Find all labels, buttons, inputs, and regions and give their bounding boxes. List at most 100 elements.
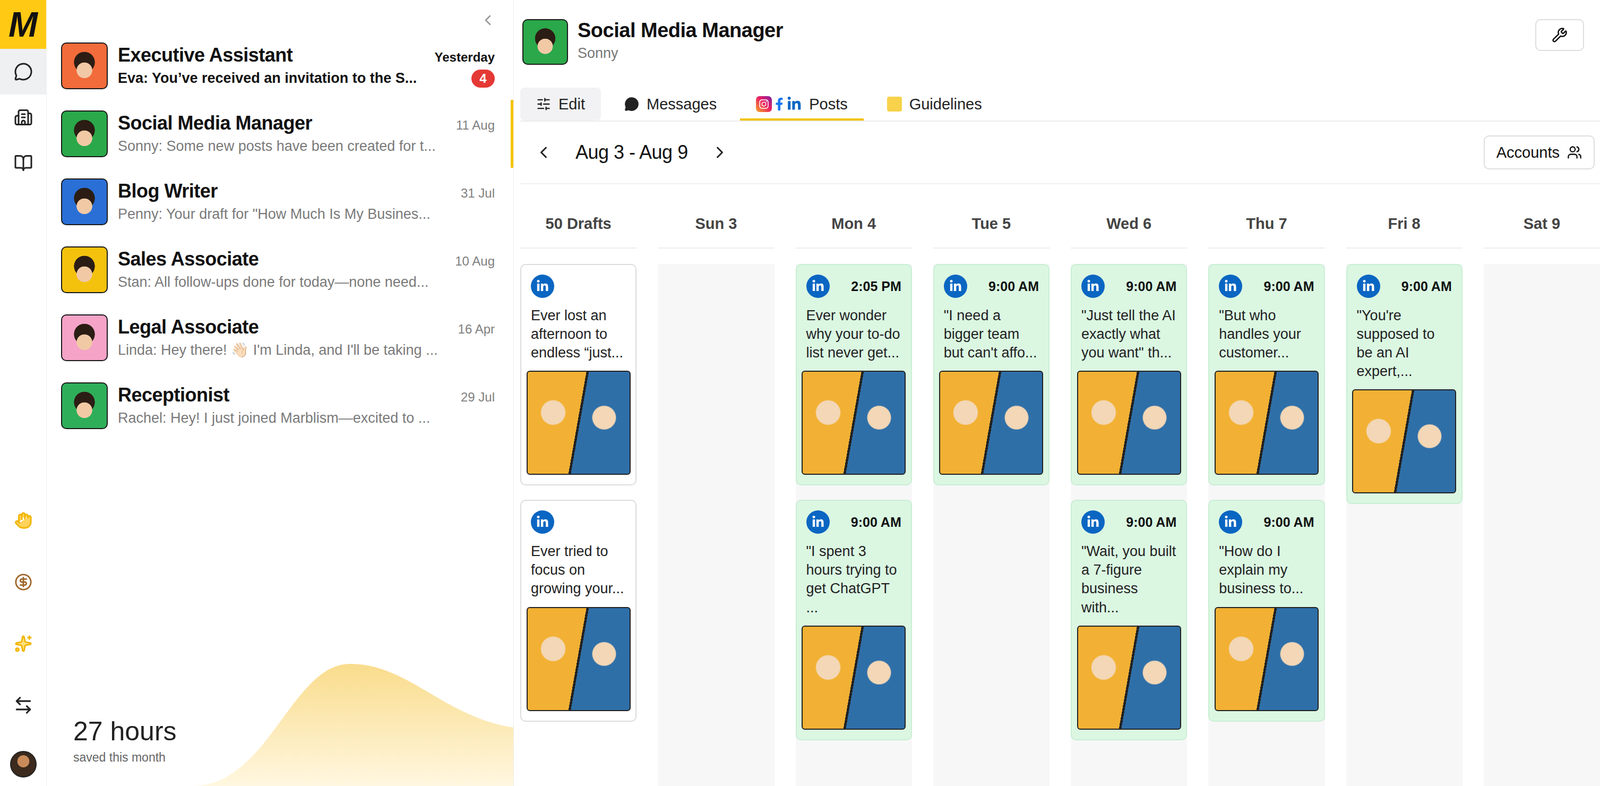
previous-week-button[interactable] (530, 139, 557, 166)
post-time: 2:05 PM (850, 278, 901, 295)
column-header: Tue 5 (933, 184, 1050, 249)
column-header: Mon 4 (795, 184, 913, 249)
card-top: 9:00 AM (943, 274, 1039, 298)
chevron-right-icon (710, 142, 730, 162)
column-header: Thu 7 (1208, 184, 1325, 249)
rail-button[interactable] (7, 627, 40, 660)
conversation-top: Receptionist29 Jul (117, 383, 495, 407)
conversation-item[interactable]: Blog Writer31 JulPenny: Your draft for "… (46, 167, 514, 236)
post-image (939, 370, 1044, 475)
post-time: 9:00 AM (1263, 278, 1315, 295)
rail-button[interactable] (7, 504, 40, 537)
conversation-body: Receptionist29 Jul Rachel: Hey! I just jo… (117, 383, 495, 428)
day-column: Mon 4 2:05 PMEver wonder why your to-do l… (795, 184, 913, 786)
post-time: 9:00 AM (988, 278, 1039, 295)
scheduled-post-card[interactable]: 9:00 AM"I need a bigger team but can't a… (933, 263, 1050, 486)
draft-post-card[interactable]: Ever lost an afternoon to endless “just.… (520, 263, 637, 486)
post-image (1352, 389, 1457, 494)
column-body[interactable]: 9:00 AM"I need a bigger team but can't a… (933, 263, 1050, 786)
conversation-preview: Sonny: Some new posts have been created … (117, 137, 495, 156)
scheduled-post-card[interactable]: 9:00 AM"I spent 3 hours trying to get Ch… (795, 499, 913, 740)
posts-board: 50 DraftsEver lost an afternoon to endle… (520, 184, 1600, 786)
scheduled-post-card[interactable]: 9:00 AM "You're supposed to be an AI expe… (1346, 263, 1463, 504)
linkedin-icon (530, 274, 555, 298)
day-column: Sun 3 (657, 184, 774, 786)
hand-icon (14, 511, 33, 530)
conversation-body: Sales Associate10 AugStan: All follow-up… (117, 247, 495, 292)
week-bar: Aug 3 - Aug 9Accounts (520, 121, 1600, 185)
rail-bottom (0, 504, 47, 778)
next-week-button[interactable] (707, 139, 733, 166)
post-time: 9:00 AM (1125, 514, 1177, 530)
conversation-title: Sales Associate (117, 247, 259, 271)
agent-avatar (522, 19, 569, 65)
rail-button[interactable] (7, 689, 40, 721)
rail-button[interactable] (0, 94, 47, 141)
post-time: 9:00 AM (1401, 278, 1452, 295)
post-text: Ever tried to focus on growing your... (530, 542, 626, 598)
collapse-button[interactable] (478, 10, 498, 30)
app: MExecutive AssistantYesterdayEva: You’ve… (0, 0, 1600, 786)
conversation-bottom: Penny: Your draft for "How Much Is My Bu… (117, 205, 495, 224)
conversation-item[interactable]: Sales Associate10 AugStan: All follow-up… (46, 235, 514, 304)
time-saved-value: 27 hours (73, 715, 514, 747)
scheduled-post-card[interactable]: 9:00 AM "Wait, you built a 7-figure busin… (1070, 499, 1187, 740)
note-icon (887, 96, 902, 112)
agent-avatar (61, 110, 108, 158)
rail-button[interactable] (0, 48, 47, 95)
rail-button[interactable] (0, 140, 47, 186)
scheduled-post-card[interactable]: 2:05 PMEver wonder why your to-do list n… (795, 263, 913, 486)
card-top: 9:00 AM (1081, 510, 1177, 534)
scheduled-post-card[interactable]: 9:00 AM"How do I explain my business to.… (1208, 499, 1325, 721)
conversation-title: Blog Writer (117, 179, 218, 203)
agent-header-text: Social Media Manager Sonny (577, 19, 784, 62)
scheduled-post-card[interactable]: 9:00 AM"But who handles your customer... (1208, 263, 1325, 486)
tabs: EditMessagesPostsGuidelines (520, 87, 1600, 122)
tools-button[interactable] (1535, 19, 1585, 51)
linkedin-icon (530, 510, 555, 534)
post-text: "How do I explain my business to... (1218, 542, 1314, 598)
list-top (46, 0, 514, 32)
linkedin-icon (943, 274, 968, 298)
conversation-item[interactable]: Receptionist29 Jul Rachel: Hey! I just jo… (46, 371, 514, 440)
conversation-item[interactable]: Legal Associate16 AprLinda: Hey there! 👋… (46, 303, 514, 372)
accounts-button[interactable]: Accounts (1483, 135, 1595, 170)
switch-icon (13, 694, 34, 716)
rail-button[interactable] (7, 565, 40, 598)
agent-avatar (61, 314, 108, 361)
conversation-item[interactable]: Social Media Manager11 AugSonny: Some ne… (46, 99, 514, 168)
tab[interactable]: Edit (520, 87, 601, 121)
day-column: Fri 8 9:00 AM "You're supposed to be an AI… (1346, 184, 1463, 786)
post-image (801, 625, 906, 730)
logo[interactable]: M (0, 0, 47, 49)
tab[interactable]: Guidelines (871, 87, 999, 121)
column-header: Wed 6 (1070, 184, 1187, 249)
linkedin-icon (1081, 274, 1105, 298)
conversation-date: 11 Aug (456, 117, 495, 133)
column-body[interactable] (1483, 263, 1600, 786)
user-avatar[interactable] (10, 750, 37, 778)
column-body[interactable]: 9:00 AM"Just tell the AI exactly what yo… (1070, 263, 1187, 786)
column-header: Fri 8 (1346, 184, 1463, 249)
facebook-icon (772, 97, 786, 111)
conversation-preview: Rachel: Hey! I just joined Marblism—exci… (117, 409, 495, 428)
post-text: Ever lost an afternoon to endless “just.… (530, 306, 626, 363)
money-icon (14, 572, 33, 591)
day-column: Sat 9 (1483, 184, 1600, 786)
agent-avatar (61, 382, 108, 429)
tab[interactable]: Posts (740, 87, 864, 121)
agent-title: Social Media Manager (577, 19, 784, 42)
draft-post-card[interactable]: Ever tried to focus on growing your... (520, 499, 637, 721)
column-body[interactable]: 9:00 AM "You're supposed to be an AI expe… (1346, 263, 1463, 786)
scheduled-post-card[interactable]: 9:00 AM"Just tell the AI exactly what yo… (1070, 263, 1187, 486)
post-text: "You're supposed to be an AI expert,... (1356, 306, 1452, 381)
column-body[interactable]: 9:00 AM"But who handles your customer...… (1208, 263, 1325, 786)
building-icon (13, 107, 33, 127)
column-body[interactable]: 2:05 PMEver wonder why your to-do list n… (795, 263, 913, 786)
tab[interactable]: Messages (608, 87, 733, 121)
column-body[interactable] (657, 263, 774, 786)
agent-name: Sonny (577, 45, 784, 62)
conversation-item[interactable]: Executive AssistantYesterdayEva: You’ve … (46, 31, 514, 100)
post-text: "Wait, you built a 7-figure business wit… (1081, 542, 1177, 617)
agent-avatar (61, 178, 108, 226)
